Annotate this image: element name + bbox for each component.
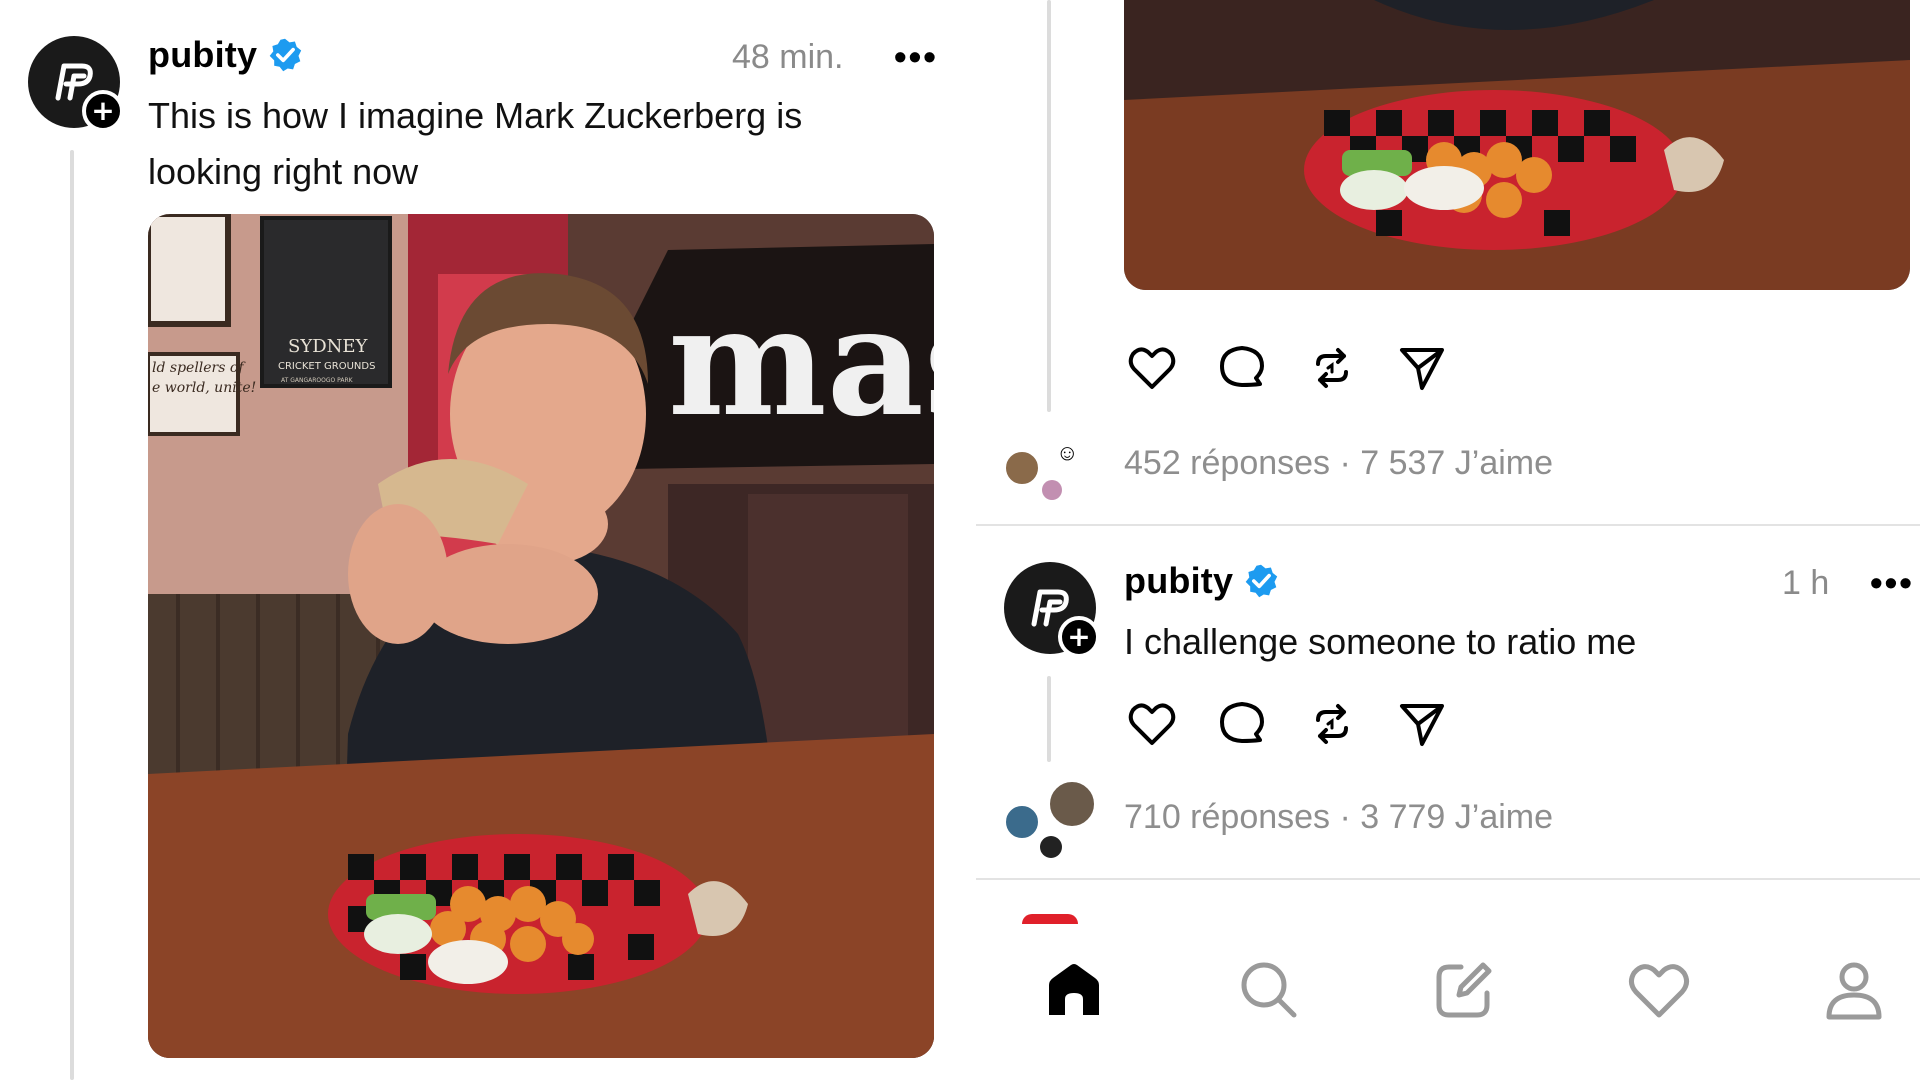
comment-icon [1220, 702, 1264, 743]
action-row-2 [1124, 696, 1450, 752]
follow-plus-icon[interactable]: + [1058, 616, 1100, 658]
right-post-photo[interactable] [1124, 0, 1910, 290]
post-text: This is how I imagine Mark Zuckerberg is… [148, 88, 908, 200]
replier-avatar [1042, 480, 1062, 500]
heart-icon [1128, 347, 1176, 389]
thread-line-second [1047, 676, 1051, 762]
search-icon [1241, 962, 1297, 1018]
verified-badge-icon [269, 38, 302, 72]
action-row-1 [1124, 340, 1450, 396]
bottom-nav [1034, 950, 1894, 1030]
compose-icon [1436, 962, 1492, 1018]
replier-avatar [1048, 780, 1096, 828]
right-photo-illustration [1124, 0, 1910, 290]
sign-spellers-1: ld spellers of [152, 360, 246, 376]
more-options-button[interactable]: ••• [1870, 562, 1914, 604]
share-icon [1400, 348, 1444, 390]
like-button[interactable] [1124, 696, 1180, 752]
sign-sydney: SYDNEY [288, 336, 369, 357]
replier-avatar [1004, 450, 1040, 486]
post-text-line-1: This is how I imagine Mark Zuckerberg is [148, 95, 803, 136]
post-text-line-2: looking right now [148, 151, 419, 192]
post-text: I challenge someone to ratio me [1124, 621, 1637, 662]
post-stats[interactable]: 452 réponses · 7 537 J’aime [1124, 444, 1553, 483]
repost-icon [1316, 348, 1348, 388]
activity-heart-icon [1628, 964, 1690, 1018]
profile-icon [1826, 962, 1882, 1020]
follow-plus-icon[interactable]: + [82, 90, 124, 132]
repliers-avatars-1[interactable]: ☺ [1004, 440, 1078, 502]
repost-button[interactable] [1304, 340, 1360, 396]
nav-activity[interactable] [1619, 950, 1699, 1030]
replier-avatar [1004, 804, 1040, 840]
emoji-icon: ☺ [1056, 440, 1079, 465]
post-time: 48 min. [732, 38, 844, 76]
zuckerberg-photo-illustration: ma s [148, 214, 934, 1058]
heart-icon [1128, 703, 1176, 745]
verified-badge-icon [1245, 564, 1278, 598]
left-post-avatar-wrap[interactable]: + [28, 36, 124, 132]
post-time: 1 h [1782, 564, 1830, 602]
share-icon [1400, 704, 1444, 746]
repliers-avatars-2[interactable] [1004, 780, 1096, 860]
nav-home[interactable] [1034, 950, 1114, 1030]
sign-spellers-2: e world, unite! [152, 380, 256, 396]
sign-park: AT GANGAROOGO PARK [281, 377, 354, 384]
post-divider [976, 878, 1920, 880]
more-options-button[interactable]: ••• [894, 36, 938, 78]
svg-text:mas: mas [668, 274, 934, 450]
comment-button[interactable] [1214, 696, 1270, 752]
nav-compose[interactable] [1424, 950, 1504, 1030]
second-post-avatar-wrap[interactable]: + [1004, 562, 1100, 658]
post-username[interactable]: pubity [1124, 560, 1233, 602]
repost-icon [1316, 704, 1348, 744]
next-post-avatar-peek [1022, 914, 1078, 924]
sign-cricket: CRICKET GROUNDS [278, 361, 375, 372]
nav-search[interactable] [1229, 950, 1309, 1030]
replier-avatar [1040, 836, 1062, 858]
repost-button[interactable] [1304, 696, 1360, 752]
nav-profile[interactable] [1814, 950, 1894, 1030]
share-button[interactable] [1394, 340, 1450, 396]
home-icon [1049, 964, 1099, 1015]
thread-line-right-top [1047, 0, 1051, 412]
thread-line [70, 150, 74, 1080]
comment-button[interactable] [1214, 340, 1270, 396]
share-button[interactable] [1394, 696, 1450, 752]
like-button[interactable] [1124, 340, 1180, 396]
post-username[interactable]: pubity [148, 34, 257, 76]
post-stats[interactable]: 710 réponses · 3 779 J’aime [1124, 798, 1553, 837]
post-photo[interactable]: ma s [148, 214, 934, 1058]
post-divider [976, 524, 1920, 526]
comment-icon [1220, 346, 1264, 387]
